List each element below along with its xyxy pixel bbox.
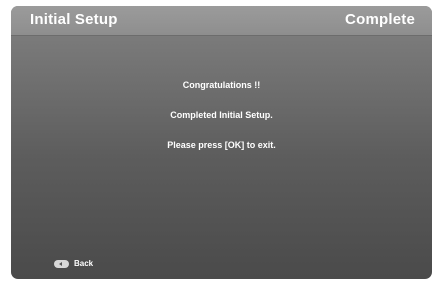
header-bar: Initial Setup Complete — [11, 6, 432, 36]
back-button[interactable]: Back — [54, 259, 93, 268]
back-label: Back — [74, 259, 94, 268]
setup-screen: Initial Setup Complete Congratulations !… — [11, 6, 432, 279]
back-arrow-icon — [54, 259, 69, 268]
page-title: Initial Setup — [30, 11, 118, 28]
status-label: Complete — [345, 11, 415, 28]
congratulations-message: Congratulations !! — [182, 80, 261, 90]
completed-message: Completed Initial Setup. — [170, 110, 273, 120]
exit-instruction: Please press [OK] to exit. — [167, 140, 276, 150]
